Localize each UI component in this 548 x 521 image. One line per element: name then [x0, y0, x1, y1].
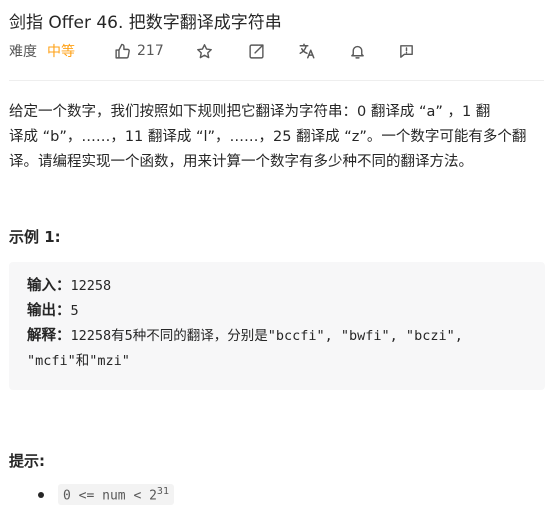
problem-title: 剑指 Offer 46. 把数字翻译成字符串 [9, 13, 282, 33]
header-divider [9, 80, 544, 81]
notification-button[interactable] [349, 43, 366, 60]
hints-title: 提示: [9, 452, 45, 470]
favorite-button[interactable] [196, 43, 213, 60]
example-explanation: 解释：12258有5种不同的翻译，分别是"bccfi", "bwfi", "bc… [27, 324, 527, 349]
description-line: 译。请编程实现一个函数，用来计算一个数字有多少种不同的翻译方法。 [9, 154, 473, 170]
constraint-text: 0 <= num < 2 [63, 488, 157, 504]
example-input: 输入：12258 [27, 274, 527, 299]
like-count: 217 [137, 43, 164, 59]
example-block: 输入：12258 输出：5 解释：12258有5种不同的翻译，分别是"bccfi… [9, 262, 545, 390]
example-title: 示例 1: [9, 228, 61, 246]
output-label: 输出： [27, 303, 71, 319]
feedback-button[interactable] [398, 43, 415, 60]
share-button[interactable] [248, 43, 265, 60]
explain-line: "mcfi"和"mzi" [27, 353, 130, 369]
share-icon [249, 43, 264, 59]
translate-icon [299, 43, 315, 59]
bell-icon [351, 45, 364, 59]
explain-line: 12258有5种不同的翻译，分别是"bccfi", "bwfi", "bczi"… [70, 328, 463, 344]
input-label: 输入： [27, 278, 71, 294]
feedback-icon [400, 44, 413, 58]
description-line: 译成 “b”，……，11 翻译成 “l”，……，25 翻译成 “z”。一个数字可… [9, 129, 527, 145]
like-button[interactable]: 217 [114, 43, 164, 60]
problem-actions: 217 [114, 40, 534, 62]
thumbs-up-icon [115, 43, 130, 59]
bullet-icon [38, 491, 44, 498]
explain-label: 解释： [27, 328, 71, 344]
constraint-exponent: 31 [156, 486, 169, 497]
difficulty-badge: 中等 [47, 44, 75, 60]
example-output: 输出：5 [27, 299, 527, 324]
description-line: 给定一个数字，我们按照如下规则把它翻译为字符串：0 翻译成 “a” ，1 翻 [9, 104, 491, 120]
output-value: 5 [70, 303, 79, 319]
hint-list-item: 0 <= num < 231 [38, 484, 174, 506]
translate-button[interactable] [298, 42, 316, 60]
difficulty-label: 难度 [9, 44, 37, 60]
constraint-code: 0 <= num < 231 [58, 484, 174, 506]
input-value: 12258 [70, 278, 112, 294]
problem-description: 给定一个数字，我们按照如下规则把它翻译为字符串：0 翻译成 “a” ，1 翻 译… [9, 100, 545, 175]
star-icon [197, 43, 212, 58]
problem-meta-bar: 难度 中等 217 [9, 40, 413, 62]
